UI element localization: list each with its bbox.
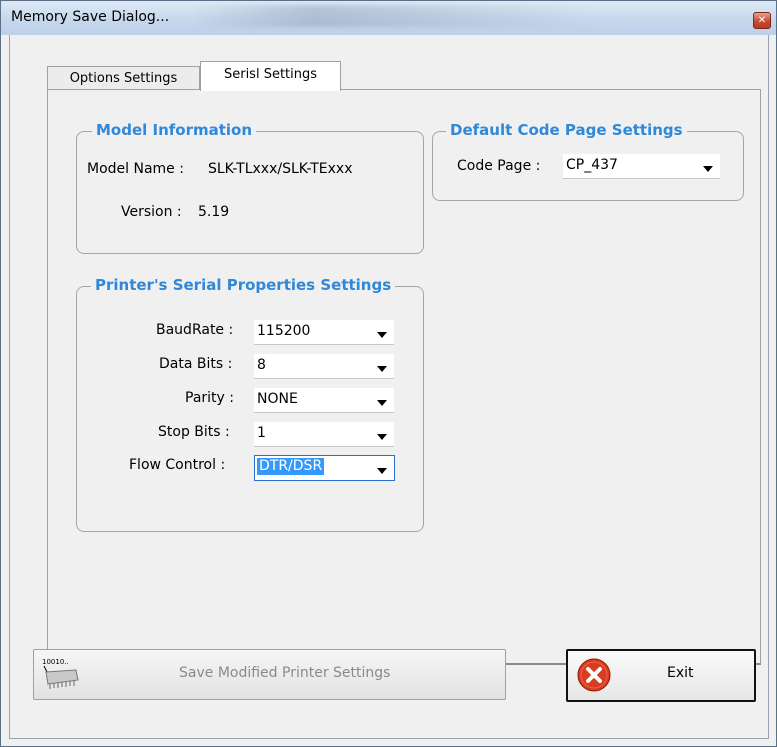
serial-properties-title: Printer's Serial Properties Settings	[91, 276, 396, 294]
code-page-group: Default Code Page Settings Code Page : C…	[432, 121, 744, 201]
code-page-value: CP_437	[566, 157, 618, 173]
code-page-label: Code Page :	[457, 158, 541, 174]
model-name-value: SLK-TLxxx/SLK-TExxx	[208, 161, 353, 177]
window-title: Memory Save Dialog...	[11, 9, 170, 25]
memory-chip-icon: 10010..	[42, 658, 79, 689]
model-information-title: Model Information	[92, 121, 257, 139]
parity-select[interactable]: NONE	[254, 388, 394, 413]
chevron-down-icon[interactable]	[703, 166, 713, 172]
title-bar-background-ghost	[191, 5, 591, 27]
tab-serial-settings[interactable]: Serisl Settings	[200, 61, 341, 91]
dialog-client-area: Options Settings Serisl Settings Model I…	[9, 35, 769, 739]
exit-x-icon	[577, 658, 611, 692]
chevron-down-icon[interactable]	[377, 434, 387, 440]
tab-options-settings[interactable]: Options Settings	[47, 66, 200, 90]
close-icon: ✕	[757, 15, 767, 26]
code-page-select[interactable]: CP_437	[563, 154, 720, 179]
save-button-label: Save Modified Printer Settings	[179, 665, 391, 681]
stop-bits-label: Stop Bits :	[158, 424, 230, 440]
chevron-down-icon[interactable]	[377, 468, 387, 474]
serial-settings-panel: Model Information Model Name : SLK-TLxxx…	[47, 89, 761, 663]
model-name-label: Model Name :	[87, 161, 184, 177]
memory-save-dialog: Memory Save Dialog... ✕ Options Settings…	[0, 0, 777, 747]
flow-control-value: DTR/DSR	[257, 458, 325, 475]
baudrate-value: 115200	[257, 323, 311, 339]
title-bar[interactable]: Memory Save Dialog... ✕	[1, 1, 776, 35]
version-value: 5.19	[198, 204, 230, 220]
flow-control-label: Flow Control :	[129, 457, 226, 473]
chevron-down-icon[interactable]	[377, 400, 387, 406]
parity-value: NONE	[257, 391, 298, 407]
baudrate-label: BaudRate :	[156, 322, 234, 338]
save-modified-settings-button[interactable]: 10010.. Save Modified Printer Settings	[33, 649, 506, 700]
flow-control-select[interactable]: DTR/DSR	[254, 455, 395, 481]
stop-bits-value: 1	[257, 425, 266, 441]
serial-properties-group: Printer's Serial Properties Settings Bau…	[76, 276, 424, 532]
exit-button-label: Exit	[667, 665, 694, 681]
data-bits-label: Data Bits :	[159, 356, 233, 372]
model-information-group: Model Information Model Name : SLK-TLxxx…	[76, 121, 424, 254]
chip-icon-text: 10010..	[42, 658, 69, 666]
code-page-title: Default Code Page Settings	[446, 121, 687, 139]
exit-button[interactable]: Exit	[566, 649, 756, 702]
parity-label: Parity :	[185, 390, 234, 406]
data-bits-select[interactable]: 8	[254, 354, 394, 379]
version-label: Version :	[121, 204, 182, 220]
chevron-down-icon[interactable]	[377, 332, 387, 338]
baudrate-select[interactable]: 115200	[254, 320, 394, 345]
data-bits-value: 8	[257, 357, 266, 373]
chevron-down-icon[interactable]	[377, 366, 387, 372]
close-button[interactable]: ✕	[753, 12, 771, 29]
stop-bits-select[interactable]: 1	[254, 422, 394, 447]
